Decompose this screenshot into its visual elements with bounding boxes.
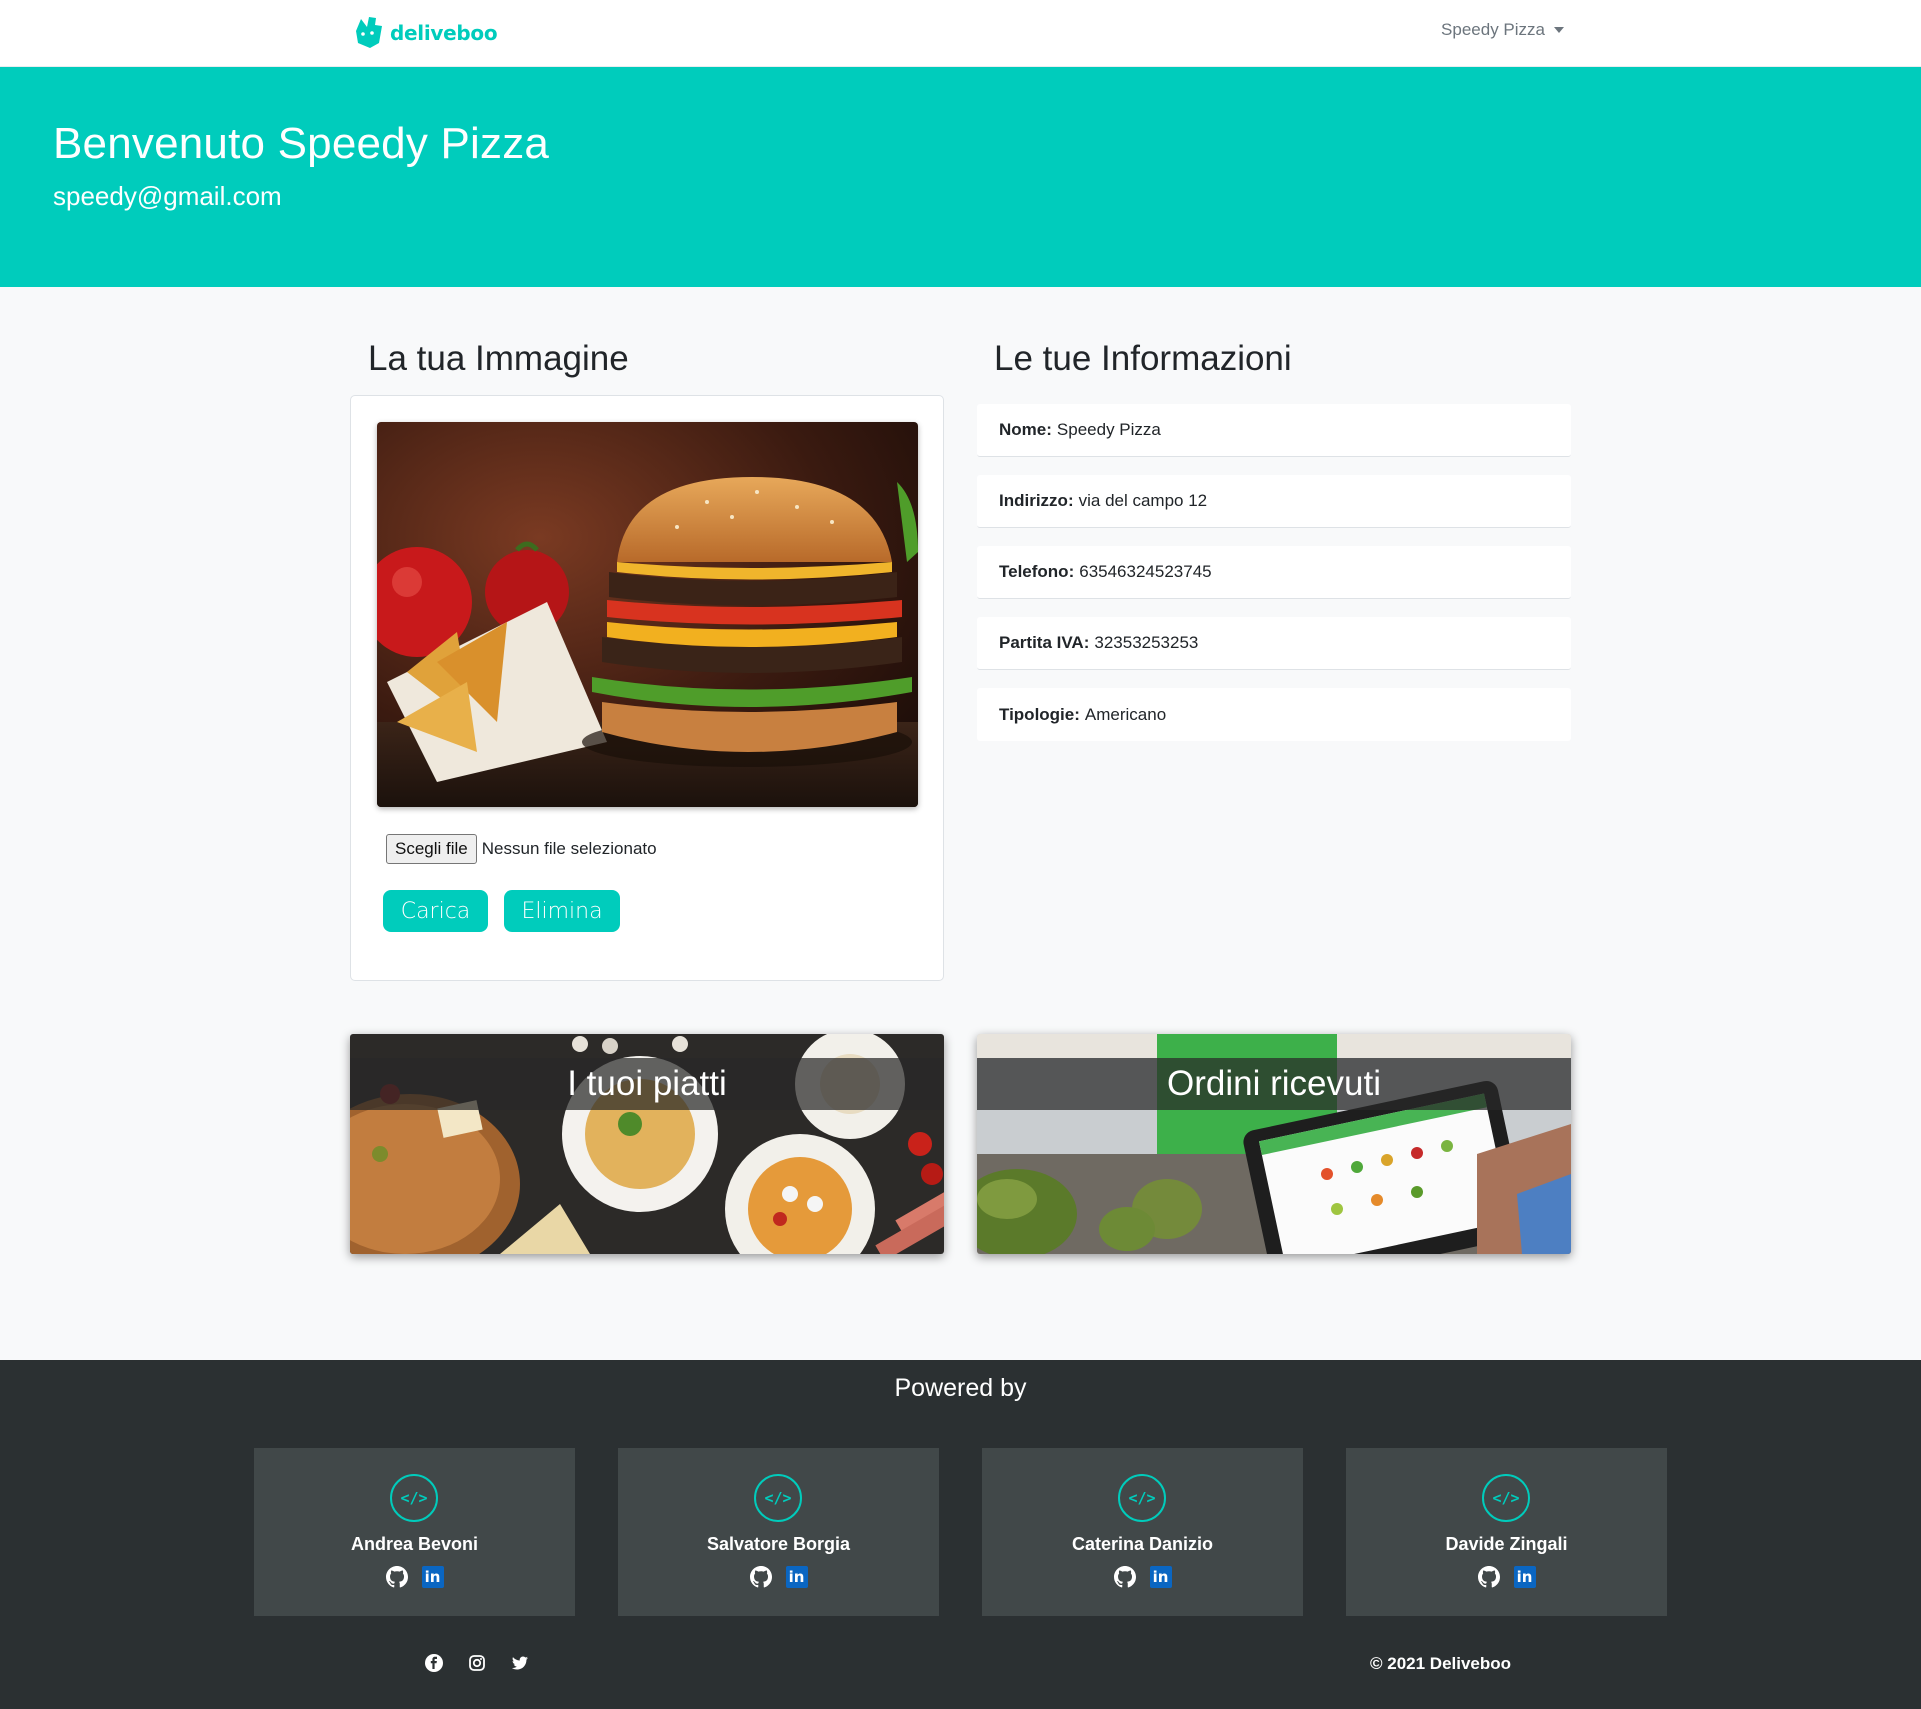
caret-down-icon: [1554, 27, 1564, 33]
user-dropdown[interactable]: Speedy Pizza: [1441, 20, 1564, 40]
file-input[interactable]: Scegli file Nessun file selezionato: [386, 834, 657, 864]
welcome-banner: Benvenuto Speedy Pizza speedy@gmail.com: [0, 67, 1921, 287]
facebook-icon[interactable]: [425, 1654, 443, 1672]
brand-link[interactable]: deliveboo: [352, 16, 498, 50]
info-item-name: Nome: Speedy Pizza: [977, 404, 1571, 457]
navbar: deliveboo Speedy Pizza: [0, 0, 1921, 67]
powered-by-title: Powered by: [894, 1374, 1027, 1402]
info-value: 32353253253: [1094, 633, 1199, 652]
dishes-title: I tuoi piatti: [567, 1064, 727, 1103]
developer-card: </> Andrea Bevoni in: [254, 1448, 575, 1616]
developer-links: in: [1346, 1566, 1667, 1588]
info-value: Speedy Pizza: [1056, 420, 1161, 439]
linkedin-icon[interactable]: in: [1513, 1566, 1536, 1588]
info-label: Tipologie:: [999, 704, 1080, 724]
footer: Powered by </> Andrea Bevoni in </> Salv…: [0, 1360, 1921, 1709]
linkedin-icon[interactable]: in: [421, 1566, 444, 1588]
instagram-icon[interactable]: [468, 1654, 486, 1672]
info-label: Telefono:: [999, 562, 1075, 581]
orders-title: Ordini ricevuti: [1167, 1064, 1381, 1103]
info-section-title: Le tue Informazioni: [994, 339, 1292, 378]
image-section-title: La tua Immagine: [368, 339, 629, 378]
info-item-phone: Telefono: 63546324523745: [977, 546, 1571, 599]
social-links: [425, 1654, 529, 1672]
developer-links: in: [982, 1566, 1303, 1588]
code-icon: </>: [390, 1474, 438, 1522]
orders-card[interactable]: Ordini ricevuti: [977, 1034, 1571, 1254]
info-item-types: Tipologie: Americano: [977, 688, 1571, 741]
user-dropdown-label: Speedy Pizza: [1441, 20, 1545, 39]
choose-file-button[interactable]: Scegli file: [386, 834, 477, 864]
dishes-card[interactable]: I tuoi piatti: [350, 1034, 944, 1254]
image-card: Scegli file Nessun file selezionato Cari…: [350, 395, 944, 981]
copyright-text: © 2021 Deliveboo: [1370, 1654, 1512, 1673]
code-icon: </>: [754, 1474, 802, 1522]
deliveboo-logo-icon: [356, 17, 382, 48]
info-label: Indirizzo:: [999, 491, 1074, 510]
brand-name: deliveboo: [390, 21, 498, 45]
upload-button[interactable]: Carica: [383, 890, 488, 932]
info-value: Americano: [1084, 704, 1167, 724]
developer-card: </> Caterina Danizio in: [982, 1448, 1303, 1616]
info-label: Partita IVA:: [999, 633, 1090, 652]
github-icon[interactable]: [1113, 1566, 1136, 1588]
delete-button[interactable]: Elimina: [504, 890, 620, 932]
restaurant-image: [377, 422, 918, 807]
linkedin-icon[interactable]: in: [785, 1566, 808, 1588]
info-value: via del campo 12: [1078, 491, 1208, 510]
developer-card: </> Salvatore Borgia in: [618, 1448, 939, 1616]
developer-links: in: [618, 1566, 939, 1588]
info-value: 63546324523745: [1079, 562, 1212, 581]
developer-card: </> Davide Zingali in: [1346, 1448, 1667, 1616]
twitter-icon[interactable]: [511, 1654, 529, 1672]
welcome-title: Benvenuto Speedy Pizza: [53, 119, 550, 168]
developer-name: Davide Zingali: [1445, 1534, 1568, 1554]
github-icon[interactable]: [385, 1566, 408, 1588]
file-status: Nessun file selezionato: [481, 839, 657, 858]
developer-name: Salvatore Borgia: [706, 1534, 851, 1554]
github-icon[interactable]: [749, 1566, 772, 1588]
developer-name: Caterina Danizio: [1071, 1534, 1214, 1554]
github-icon[interactable]: [1477, 1566, 1500, 1588]
info-item-vat: Partita IVA: 32353253253: [977, 617, 1571, 670]
user-email: speedy@gmail.com: [53, 181, 282, 211]
info-item-address: Indirizzo: via del campo 12: [977, 475, 1571, 528]
code-icon: </>: [1482, 1474, 1530, 1522]
linkedin-icon[interactable]: in: [1149, 1566, 1172, 1588]
code-icon: </>: [1118, 1474, 1166, 1522]
developer-name: Andrea Bevoni: [350, 1534, 479, 1554]
info-label: Nome:: [999, 420, 1052, 439]
developer-links: in: [254, 1566, 575, 1588]
